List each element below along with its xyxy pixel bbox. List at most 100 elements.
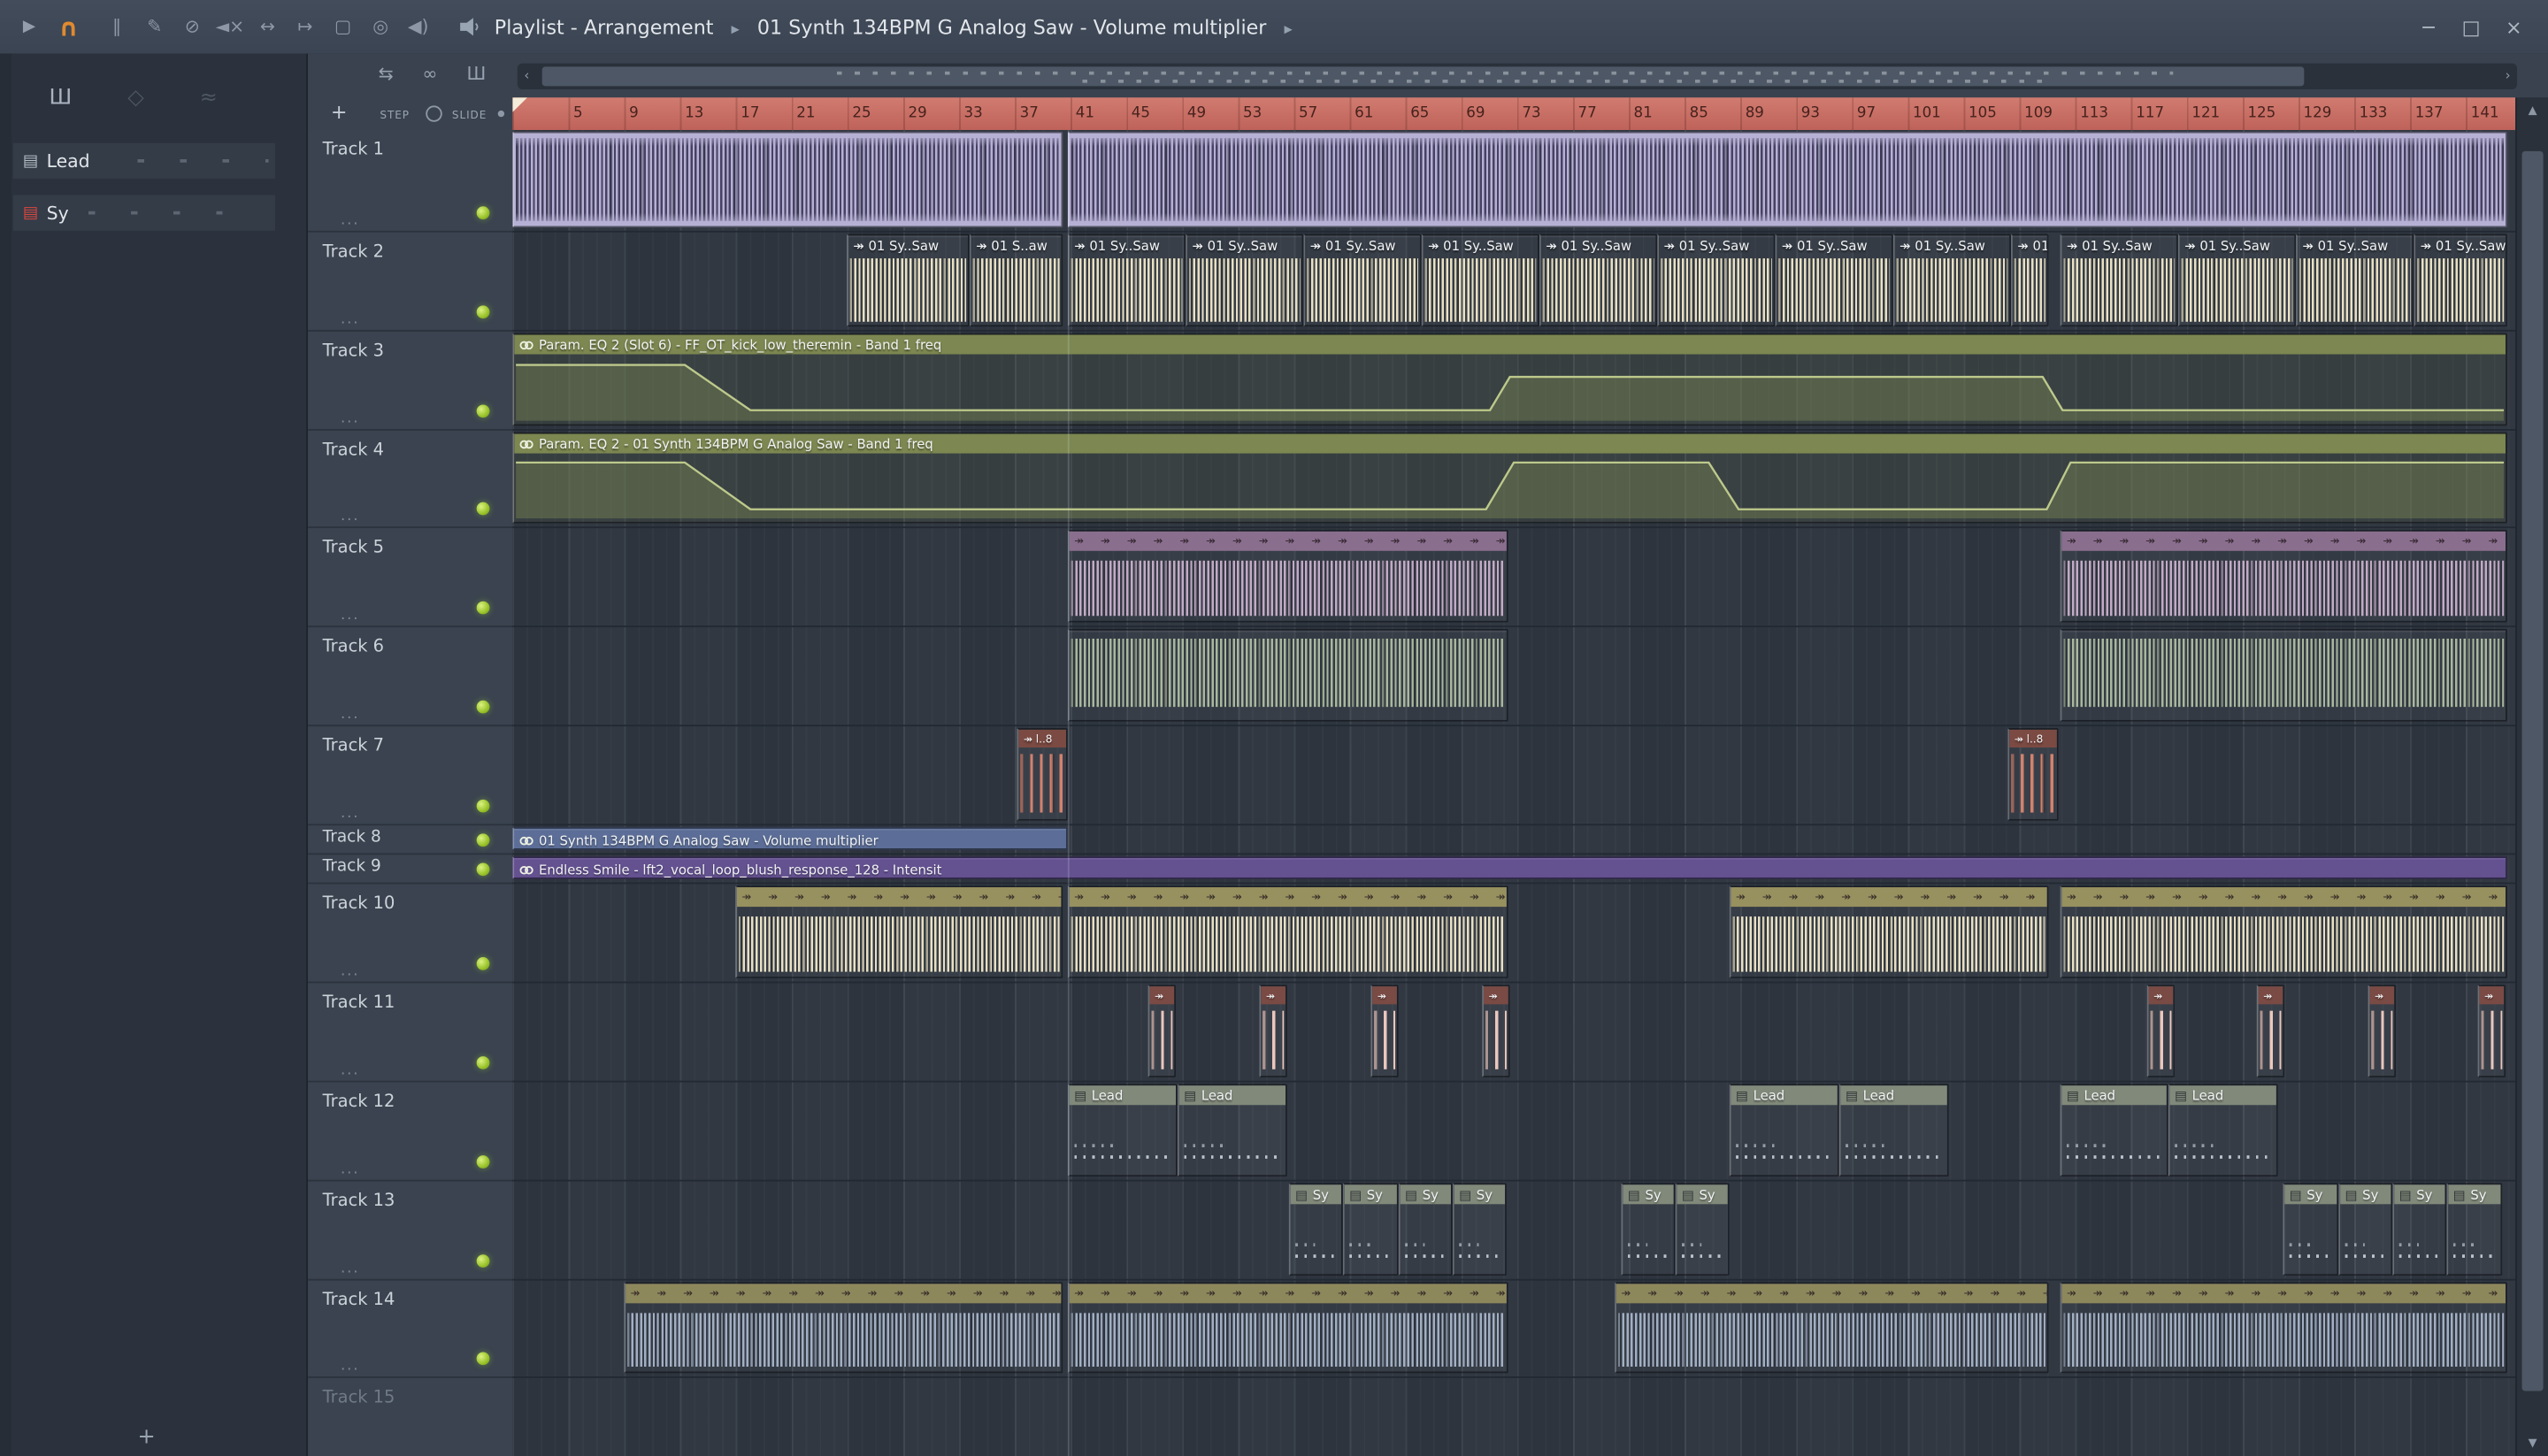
pattern-clip[interactable]: ▤ Sy [2283, 1183, 2339, 1276]
playlist-lane[interactable]: Param. EQ 2 - 01 Synth 134BPM G Analog S… [512, 431, 2517, 529]
track-header[interactable]: Track 9 [307, 854, 513, 885]
track-enable-led[interactable] [476, 700, 490, 714]
pattern-clip[interactable]: ▤ Sy [2338, 1183, 2393, 1276]
track-name-label[interactable]: Track 13 [323, 1192, 395, 1211]
audio-clip[interactable]: ↠ 01 Sy..Saw [2296, 234, 2414, 327]
track-header[interactable]: Track 7... [307, 726, 513, 826]
pattern-clip[interactable]: ▤ Lead [2168, 1084, 2278, 1177]
scroll-up-icon[interactable]: ▲ [2517, 104, 2548, 118]
automation-clip[interactable]: Param. EQ 2 (Slot 6) - FF_OT_kick_low_th… [512, 333, 2507, 426]
seek-tool-icon[interactable]: ↦ [287, 16, 325, 37]
play-icon[interactable]: ▶ [23, 18, 35, 35]
track-header[interactable]: Track 14... [307, 1281, 513, 1378]
pattern-clip[interactable]: ▤ Sy [1288, 1183, 1343, 1276]
draw-tool-icon[interactable]: ✎ [135, 16, 173, 37]
track-header[interactable]: Track 8 [307, 825, 513, 855]
pattern-clip[interactable]: ▤ Sy [1452, 1183, 1507, 1276]
audio-clip[interactable]: ↠ 01 Sy..Saw [1892, 234, 2012, 327]
detach-icon[interactable]: ⇆ [379, 64, 394, 85]
delete-tool-icon[interactable]: ⊘ [173, 16, 211, 37]
track-enable-led[interactable] [476, 832, 490, 847]
audio-clip[interactable]: ↠ 01 Sy..Saw [1539, 234, 1658, 327]
audio-clip[interactable]: ↠ [1370, 985, 1399, 1077]
audio-clip[interactable]: ↠ 01 Sy..Saw [1657, 234, 1776, 327]
playlist-lane[interactable]: ↠ ↠ ↠ ↠ ↠ ↠ ↠ ↠ [512, 983, 2517, 1083]
audio-clip[interactable]: ↠ 01 S..aw [969, 234, 1063, 327]
audio-clip[interactable]: ↠ 01 S..aw [2011, 234, 2049, 327]
audio-clip[interactable] [1067, 131, 2507, 228]
picker-audio-icon[interactable]: ≈ [200, 86, 218, 111]
audio-clip[interactable]: ↠ 01 Sy..Saw [1067, 234, 1186, 327]
timeline-ruler[interactable]: 5 9 13 17 21 25 29 33 37 41 45 49 53 57 61 65 69 73 77 81 85… [512, 97, 2517, 132]
automation-clip[interactable]: Param. EQ 2 - 01 Synth 134BPM G Analog S… [512, 432, 2507, 524]
playlist-lane[interactable]: ↠ 01 Sy..Saw ↠ 01 S..aw ↠ 01 Sy..Saw ↠ 01 S… [512, 233, 2517, 332]
track-enable-led[interactable] [476, 502, 490, 516]
audio-clip[interactable]: ↠ ↠ ↠ ↠ ↠ ↠ ↠ ↠ ↠ ↠ ↠ ↠ ↠ ↠ ↠ ↠ [735, 885, 1063, 978]
track-name-label[interactable]: Track 15 [323, 1388, 395, 1407]
track-header[interactable]: Track 15... [308, 1378, 512, 1456]
audio-clip[interactable]: ↠ 01 Sy..Saw [1186, 234, 1304, 327]
playlist-lane[interactable]: ↠ ↠ ↠ ↠ ↠ ↠ ↠ ↠ ↠ ↠ ↠ ↠ ↠ ↠ ↠ ↠ ↠ ↠ ↠ ↠ … [512, 1281, 2517, 1378]
audio-clip[interactable]: ↠ ↠ ↠ ↠ ↠ ↠ ↠ ↠ ↠ ↠ ↠ ↠ ↠ ↠ ↠ ↠ ↠ ↠ ↠ ↠ … [624, 1282, 1063, 1374]
track-name-label[interactable]: Track 7 [323, 736, 384, 755]
track-header[interactable]: Track 5... [307, 528, 513, 628]
audio-clip[interactable]: ↠ l..8 [2007, 728, 2059, 821]
playlist-lane[interactable]: ↠ ↠ ↠ ↠ ↠ ↠ ↠ ↠ ↠ ↠ ↠ ↠ ↠ ↠ ↠ ↠ ↠ ↠ ↠ ↠ … [512, 528, 2517, 628]
automation-clip[interactable]: Endless Smile - lft2_vocal_loop_blush_re… [512, 856, 2507, 879]
audio-clip[interactable]: ↠ ↠ ↠ ↠ ↠ ↠ ↠ ↠ ↠ ↠ ↠ ↠ ↠ ↠ ↠ ↠ ↠ ↠ ↠ ↠ … [2060, 885, 2507, 978]
audio-clip[interactable]: ↠ [2477, 985, 2506, 1077]
track-enable-led[interactable] [476, 1155, 490, 1169]
close-button[interactable]: × [2492, 15, 2535, 38]
pattern-clip[interactable]: ▤ Sy [2446, 1183, 2503, 1276]
track-name-label[interactable]: Track 12 [323, 1092, 395, 1112]
horizontal-scrollbar-thumb[interactable] [541, 66, 2305, 87]
track-name-label[interactable]: Track 5 [323, 538, 384, 557]
audio-clip[interactable] [1067, 628, 1508, 722]
track-name-label[interactable]: Track 8 [323, 829, 381, 847]
playlist-add-button[interactable]: + [331, 101, 348, 124]
audio-clip[interactable]: ↠ ↠ ↠ ↠ ↠ ↠ ↠ ↠ ↠ ↠ ↠ ↠ ↠ ↠ ↠ ↠ ↠ ↠ ↠ ↠ … [2060, 1282, 2507, 1374]
breadcrumb-panel-name[interactable]: Playlist - Arrangement [495, 15, 714, 38]
audio-clip[interactable] [512, 131, 1063, 228]
track-name-label[interactable]: Track 1 [323, 140, 384, 159]
vertical-scrollbar-thumb[interactable] [2521, 150, 2544, 1391]
audio-clip[interactable]: ↠ [1147, 985, 1177, 1077]
track-enable-led[interactable] [476, 1254, 490, 1268]
audio-clip[interactable]: ↠ ↠ ↠ ↠ ↠ ↠ ↠ ↠ ↠ ↠ ↠ ↠ ↠ ↠ ↠ ↠ ↠ ↠ ↠ ↠ … [1067, 885, 1508, 978]
audio-clip[interactable]: ↠ 01 Sy..Saw [2177, 234, 2297, 327]
track-header[interactable]: Track 2... [307, 233, 513, 332]
view-icon[interactable]: Ш [467, 64, 487, 85]
playlist-lane[interactable] [512, 627, 2517, 727]
breadcrumb-selection-name[interactable]: 01 Synth 134BPM G Analog Saw - Volume mu… [757, 15, 1267, 38]
track-enable-led[interactable] [476, 957, 490, 970]
maximize-button[interactable]: □ [2450, 15, 2492, 38]
picker-playlist-icon[interactable]: Ш [50, 86, 73, 111]
mute-tool-icon[interactable]: ◄× [211, 16, 249, 37]
audio-clip[interactable]: ↠ 01 Sy..Saw [1421, 234, 1539, 327]
picker-patterns-icon[interactable]: ◇ [127, 86, 144, 111]
pattern-clip[interactable]: ▤ Lead [1177, 1084, 1287, 1177]
vertical-scrollbar[interactable]: ▲ ▼ [2515, 97, 2548, 1456]
track-enable-led[interactable] [476, 799, 490, 813]
pattern-clip[interactable]: ▤ Sy [2392, 1183, 2447, 1276]
slide-toggle[interactable] [497, 110, 505, 118]
track-header[interactable]: Track 11... [307, 983, 513, 1083]
audio-clip[interactable]: ↠ [1482, 985, 1510, 1077]
track-header[interactable]: Track 3... [307, 332, 513, 431]
playhead-marker[interactable] [512, 97, 528, 112]
audio-clip[interactable]: ↠ 01 Sy..Saw [2060, 234, 2178, 327]
audio-clip[interactable]: ↠ [2146, 985, 2176, 1077]
playlist-lane[interactable]: ▤ Lead ▤ Lead ▤ Lead ▤ Lead ▤ Lead ▤ Lead [512, 1083, 2517, 1182]
playlist-lane[interactable]: Endless Smile - lft2_vocal_loop_blush_re… [512, 854, 2517, 885]
scroll-left-icon[interactable]: ‹ [524, 68, 529, 83]
track-header[interactable]: Track 12... [307, 1083, 513, 1182]
audio-clip[interactable]: ↠ 01 Sy..Saw [846, 234, 970, 327]
track-header[interactable]: Track 13... [307, 1182, 513, 1281]
audio-clip[interactable]: ↠ 01 Sy..Saw [2414, 234, 2507, 327]
audio-clip[interactable]: ↠ [1259, 985, 1287, 1077]
audio-clip[interactable]: ↠ ↠ ↠ ↠ ↠ ↠ ↠ ↠ ↠ ↠ ↠ ↠ ↠ ↠ ↠ ↠ ↠ ↠ ↠ ↠ … [2060, 529, 2507, 623]
audio-clip[interactable]: ↠ 01 Sy..Saw [1303, 234, 1422, 327]
step-toggle-label[interactable]: STEP [380, 109, 410, 122]
track-name-label[interactable]: Track 9 [323, 858, 381, 876]
audio-clip[interactable]: ↠ [2368, 985, 2397, 1077]
